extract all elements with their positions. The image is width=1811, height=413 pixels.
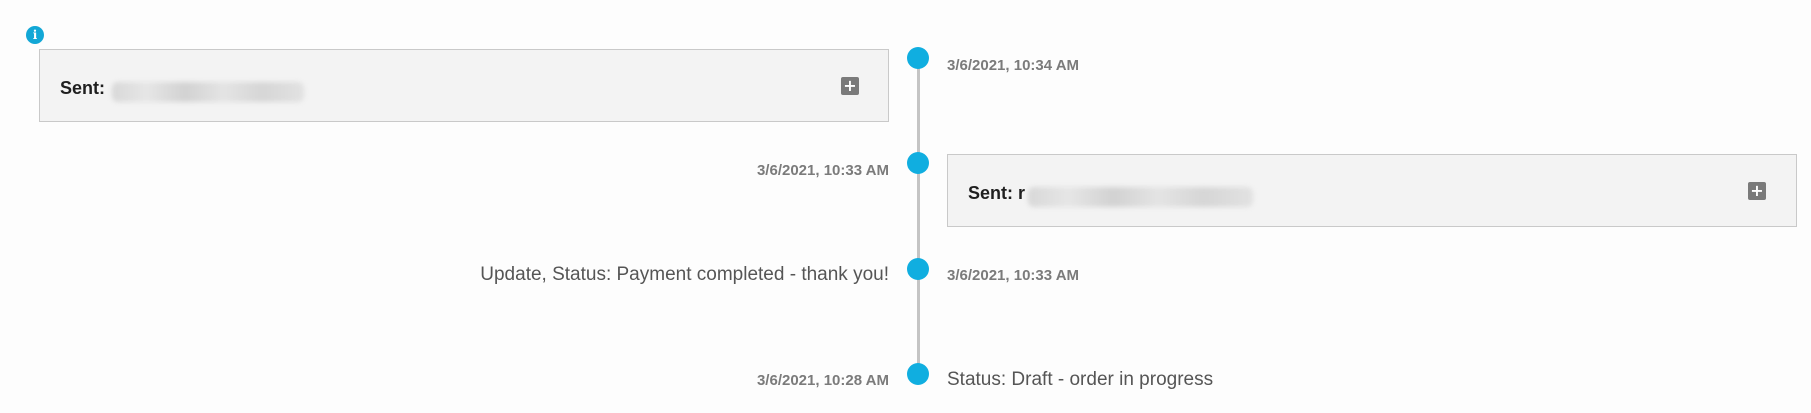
entry-timestamp: 3/6/2021, 10:33 AM (947, 267, 1080, 284)
plus-square-icon[interactable]: + (841, 77, 859, 95)
timeline-card: Sent: r + (947, 154, 1797, 227)
redacted-recipient (112, 82, 304, 102)
entry-timestamp: 3/6/2021, 10:33 AM (756, 162, 889, 179)
timeline-dot (907, 258, 929, 280)
timeline-dot (907, 152, 929, 174)
timeline-card: Sent: + (39, 49, 889, 122)
entry-timestamp: 3/6/2021, 10:28 AM (756, 372, 889, 389)
timeline-dot (907, 363, 929, 385)
plus-square-icon[interactable]: + (1748, 182, 1766, 200)
timeline-dot (907, 47, 929, 69)
card-label: Sent: r (968, 183, 1026, 203)
timeline-line (917, 58, 920, 376)
card-label: Sent: (60, 78, 105, 98)
entry-text: Update, Status: Payment completed - than… (480, 264, 889, 285)
entry-text: Status: Draft - order in progress (947, 369, 1214, 390)
redacted-recipient (1028, 187, 1253, 207)
entry-timestamp: 3/6/2021, 10:34 AM (947, 57, 1080, 74)
info-icon[interactable]: i (26, 26, 44, 44)
